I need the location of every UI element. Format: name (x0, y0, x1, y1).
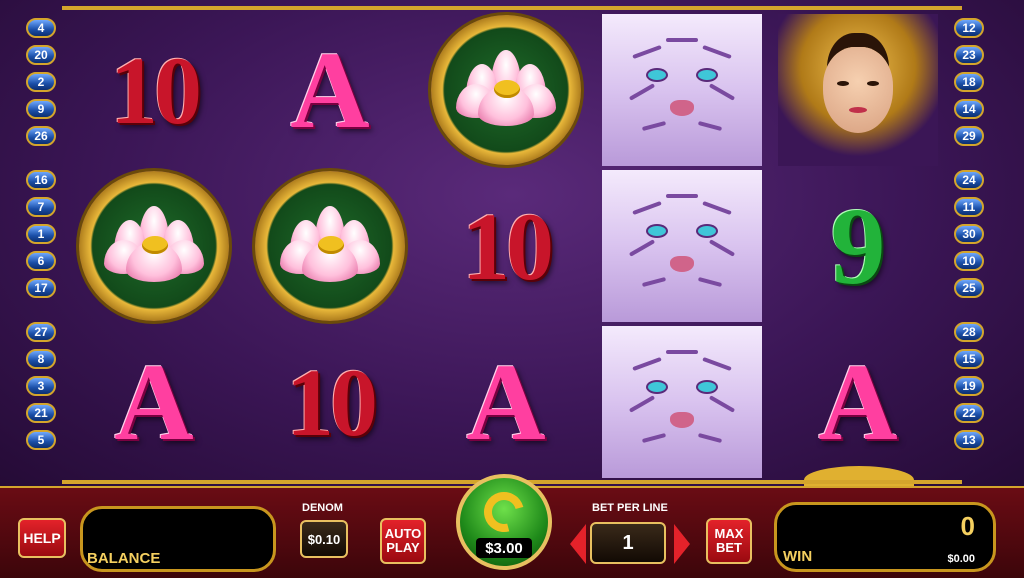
balance-display: BALANCE (80, 506, 276, 572)
reel-cell: 10 (250, 326, 410, 478)
payline-indicator: 27 (26, 322, 56, 342)
ace-symbol: A (466, 340, 546, 463)
white-tiger-symbol (602, 170, 762, 322)
lotus-symbol (431, 15, 581, 165)
triangle-right-icon[interactable] (674, 524, 690, 564)
win-credits: 0 (960, 511, 975, 541)
reel-area: 10 A A 10 10 A 9 A (70, 10, 960, 494)
payline-indicator: 9 (26, 99, 56, 119)
payline-indicator: 3 (26, 376, 56, 396)
payline-indicator: 21 (26, 403, 56, 423)
lotus-symbol (255, 171, 405, 321)
win-label: WIN (783, 548, 813, 565)
princess-symbol (778, 14, 938, 166)
white-tiger-symbol (602, 326, 762, 478)
reel-3: 10 A (422, 10, 590, 480)
payline-indicator: 1 (26, 224, 56, 244)
max-bet-button[interactable]: MAX BET (706, 518, 752, 564)
reel-cell: 9 (778, 170, 938, 322)
ace-symbol: A (818, 340, 898, 463)
nine-symbol: 9 (830, 184, 886, 307)
balance-label: BALANCE (87, 550, 161, 567)
reel-2: A 10 (246, 10, 414, 480)
reel-cell: 10 (426, 170, 586, 322)
bet-per-line-label: BET PER LINE (592, 502, 668, 514)
payline-indicator: 6 (26, 251, 56, 271)
reel-cell (602, 14, 762, 166)
payline-indicator: 4 (26, 18, 56, 38)
ace-symbol: A (114, 340, 194, 463)
reel-5: 9A (774, 10, 942, 480)
payline-indicator: 26 (26, 126, 56, 146)
white-tiger-symbol (602, 14, 762, 166)
ten-symbol: 10 (110, 36, 202, 144)
spin-bet-amount: $3.00 (476, 538, 532, 558)
reel-cell (426, 14, 586, 166)
reel-cell (778, 14, 938, 166)
payline-indicator: 8 (26, 349, 56, 369)
win-display: 0 WIN $0.00 (774, 502, 996, 572)
ace-symbol: A (290, 28, 370, 151)
denom-label: DENOM (302, 502, 343, 514)
help-button[interactable]: HELP (18, 518, 66, 558)
reel-1: 10 A (70, 10, 238, 480)
reel-4 (598, 10, 766, 480)
payline-indicators-left: 4 20 2 9 26 16 7 1 6 17 27 8 3 21 5 (24, 18, 60, 457)
reel-cell (74, 170, 234, 322)
reel-cell: A (250, 14, 410, 166)
ten-symbol: 10 (462, 192, 554, 300)
slot-machine-stage: 4 20 2 9 26 16 7 1 6 17 27 8 3 21 5 12 23 18 14 29 24 11 30 10… (0, 0, 1024, 494)
spin-button[interactable]: $3.00 (456, 474, 552, 570)
reel-cell (250, 170, 410, 322)
payline-indicator: 16 (26, 170, 56, 190)
payline-indicator: 5 (26, 430, 56, 450)
ten-symbol: 10 (286, 348, 378, 456)
denom-button[interactable]: $0.10 (300, 520, 348, 558)
reel-cell: A (426, 326, 586, 478)
reel-cell: 10 (74, 14, 234, 166)
refresh-arrow-icon (476, 484, 532, 540)
reel-cell (602, 326, 762, 478)
payline-indicator: 2 (26, 72, 56, 92)
payline-indicator: 7 (26, 197, 56, 217)
reel-cell: A (74, 326, 234, 478)
bet-per-line-value: 1 (590, 522, 666, 564)
payline-indicator: 20 (26, 45, 56, 65)
auto-play-button[interactable]: AUTO PLAY (380, 518, 426, 564)
lotus-symbol (79, 171, 229, 321)
win-amount: $0.00 (947, 553, 975, 565)
reel-cell: A (778, 326, 938, 478)
triangle-left-icon[interactable] (570, 524, 586, 564)
reel-cell (602, 170, 762, 322)
payline-indicator: 17 (26, 278, 56, 298)
